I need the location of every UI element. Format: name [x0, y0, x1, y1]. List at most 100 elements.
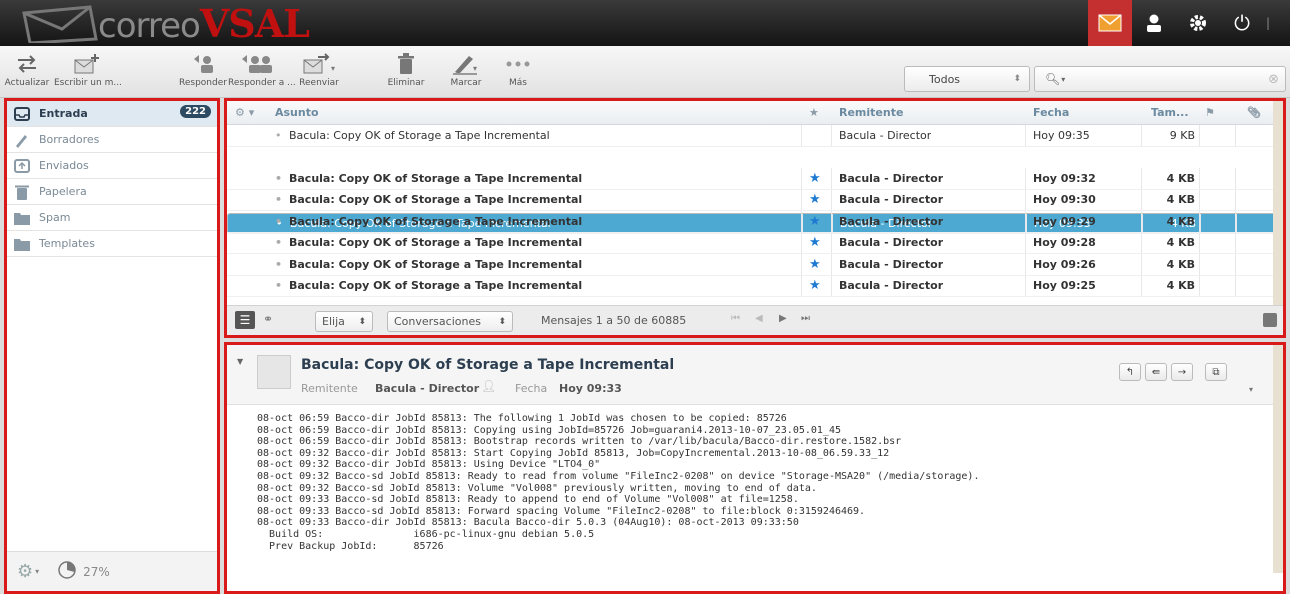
more-button[interactable]: Más	[498, 50, 538, 96]
message-date: Hoy 09:26	[1033, 257, 1096, 271]
delete-label: Eliminar	[387, 78, 425, 88]
message-row[interactable]: • Bacula: Copy OK of Storage a Tape Incre…	[227, 125, 1283, 147]
body-line: 08-oct 09:32 Bacco-sd JobId 85813: Ready…	[257, 470, 980, 482]
prev-page-icon[interactable]: ◀	[755, 313, 763, 324]
flagged-star-icon[interactable]: ★	[809, 233, 821, 254]
message-subject: Bacula: Copy OK of Storage a Tape Increm…	[289, 128, 550, 142]
select-menu[interactable]: Elija ⬍	[315, 311, 373, 332]
chevron-down-icon[interactable]: ▾	[35, 567, 39, 576]
search-reset-icon[interactable]: ⊗	[1268, 72, 1279, 87]
message-row[interactable]: • Bacula: Copy OK of Storage a Tape Incre…	[227, 189, 1283, 211]
contact-photo-avatar	[257, 355, 291, 389]
folder-icon	[13, 209, 31, 227]
message-row[interactable]: • Bacula: Copy OK of Storage a Tape Incre…	[227, 211, 1283, 233]
preview-sender[interactable]: Bacula - Director	[375, 382, 479, 395]
body-line: 08-oct 09:33 Bacco-sd JobId 85813: Forwa…	[257, 505, 866, 517]
mark-label: Marcar	[450, 78, 482, 88]
message-row[interactable]: • Bacula: Copy OK of Storage a Tape Incre…	[227, 275, 1283, 297]
message-size: 9 KB	[1169, 128, 1195, 142]
thread-dot-icon: •	[275, 193, 283, 207]
flagged-star-icon[interactable]: ★	[809, 254, 821, 275]
last-page-icon[interactable]: ⏭	[801, 313, 810, 324]
mail-icon[interactable]	[1088, 0, 1132, 46]
col-date-header[interactable]: Fecha	[1033, 101, 1069, 124]
folder-item-spam[interactable]: Spam	[7, 205, 217, 231]
add-contact-icon[interactable]: 👤︎	[481, 379, 496, 393]
settings-gear-icon[interactable]	[1176, 0, 1220, 46]
reply-all-button[interactable]: Responder a ...	[228, 50, 296, 96]
message-sender: Bacula - Director	[839, 128, 932, 142]
brand-part2: VSAL	[199, 1, 310, 46]
compose-button[interactable]: Escribir un m...	[54, 50, 122, 96]
forward-icon[interactable]: →	[1171, 363, 1193, 381]
thread-dot-icon: •	[275, 279, 283, 293]
message-body: 08-oct 06:59 Bacco-dir JobId 85813: The …	[257, 413, 979, 552]
search-icon: 🔍︎	[1045, 72, 1061, 86]
delete-button[interactable]: Eliminar	[380, 50, 432, 96]
reply-all-icon	[228, 50, 288, 78]
message-sender: Bacula - Director	[839, 279, 944, 293]
message-preview-pane: ▼ Bacula: Copy OK of Storage a Tape Incr…	[224, 342, 1286, 594]
svg-text:▾: ▾	[331, 64, 335, 73]
search-options-chevron-icon[interactable]: ▾	[1061, 75, 1065, 84]
message-date: Hoy 09:25	[1033, 279, 1096, 293]
preview-header: ▼ Bacula: Copy OK of Storage a Tape Incr…	[227, 345, 1283, 405]
message-row[interactable]: • Bacula: Copy OK of Storage a Tape Incre…	[227, 168, 1283, 190]
message-subject: Bacula: Copy OK of Storage a Tape Increm…	[289, 193, 583, 207]
power-menu-chevron-icon[interactable]: |	[1266, 16, 1270, 30]
first-page-icon[interactable]: ⏮	[731, 313, 740, 324]
message-row[interactable]: • Bacula: Copy OK of Storage a Tape Incre…	[227, 232, 1283, 254]
folder-label: Enviados	[39, 159, 89, 172]
flag-header-icon[interactable]: ⚑	[1205, 101, 1215, 124]
reply-all-icon[interactable]: ⇚	[1145, 363, 1167, 381]
refresh-button[interactable]: Actualizar	[2, 50, 52, 96]
flag-star-header-icon[interactable]: ★	[809, 101, 819, 124]
threads-menu[interactable]: Conversaciones ⬍	[387, 311, 513, 332]
message-date: Hoy 09:29	[1033, 214, 1096, 228]
mark-button[interactable]: ▾ Marcar	[442, 50, 490, 96]
thread-dot-icon: •	[275, 236, 283, 250]
sent-icon	[13, 157, 31, 175]
folder-item-entrada[interactable]: Entrada 222	[7, 101, 217, 127]
collapse-header-icon[interactable]: ▼	[237, 357, 243, 366]
flagged-star-icon[interactable]: ★	[809, 190, 821, 211]
power-icon[interactable]: ⏻	[1220, 0, 1264, 46]
folder-item-templates[interactable]: Templates	[7, 231, 217, 257]
folder-item-enviados[interactable]: Enviados	[7, 153, 217, 179]
more-options-chevron-icon[interactable]: ▾	[1249, 385, 1253, 394]
col-sender-header[interactable]: Remitente	[839, 101, 903, 124]
preview-scrollbar[interactable]	[1273, 345, 1283, 573]
message-list-pane: ⚙ ▾ Asunto ★ Remitente Fecha Tam... ⚑ 📎︎…	[224, 98, 1286, 338]
compose-icon	[54, 50, 120, 78]
search-input[interactable]: 🔍︎ ▾ ⊗	[1034, 66, 1286, 92]
thread-dot-icon: •	[275, 171, 283, 185]
reply-icon[interactable]: ↰	[1119, 363, 1141, 381]
body-line: Prev Backup JobId: 85726	[257, 540, 444, 552]
date-label: Fecha	[515, 382, 548, 395]
reply-button[interactable]: Responder	[178, 50, 228, 96]
forward-label: Reenviar	[299, 78, 339, 88]
contacts-icon[interactable]	[1132, 0, 1176, 46]
flagged-star-icon[interactable]: ★	[809, 276, 821, 297]
trash-icon	[380, 50, 432, 78]
message-list-scrollbar[interactable]	[1273, 101, 1283, 307]
next-page-icon[interactable]: ▶	[779, 313, 787, 324]
folder-item-papelera[interactable]: Papelera	[7, 179, 217, 205]
folder-actions-gear-icon[interactable]: ⚙	[17, 561, 33, 582]
reply-label: Responder	[179, 78, 227, 88]
attachment-header-icon[interactable]: 📎︎	[1247, 101, 1261, 124]
flagged-star-icon[interactable]: ★	[809, 168, 821, 189]
open-window-icon[interactable]: ⧉	[1205, 363, 1227, 381]
col-size-header[interactable]: Tam...	[1151, 101, 1189, 124]
list-view-icon[interactable]: ☰	[235, 311, 255, 329]
message-size: 4 KB	[1166, 236, 1195, 250]
toggle-preview-icon[interactable]	[1263, 313, 1277, 327]
forward-button[interactable]: ▾ Reenviar	[292, 50, 346, 96]
list-options-gear-icon[interactable]: ⚙ ▾	[235, 101, 254, 124]
folder-item-borradores[interactable]: Borradores	[7, 127, 217, 153]
message-row[interactable]: • Bacula: Copy OK of Storage a Tape Incre…	[227, 254, 1283, 276]
filter-select[interactable]: Todos ⬍	[904, 66, 1030, 92]
col-subject-header[interactable]: Asunto	[275, 101, 319, 124]
thread-toggle-icon[interactable]: ⚭	[263, 312, 273, 326]
flagged-star-icon[interactable]: ★	[809, 211, 821, 232]
